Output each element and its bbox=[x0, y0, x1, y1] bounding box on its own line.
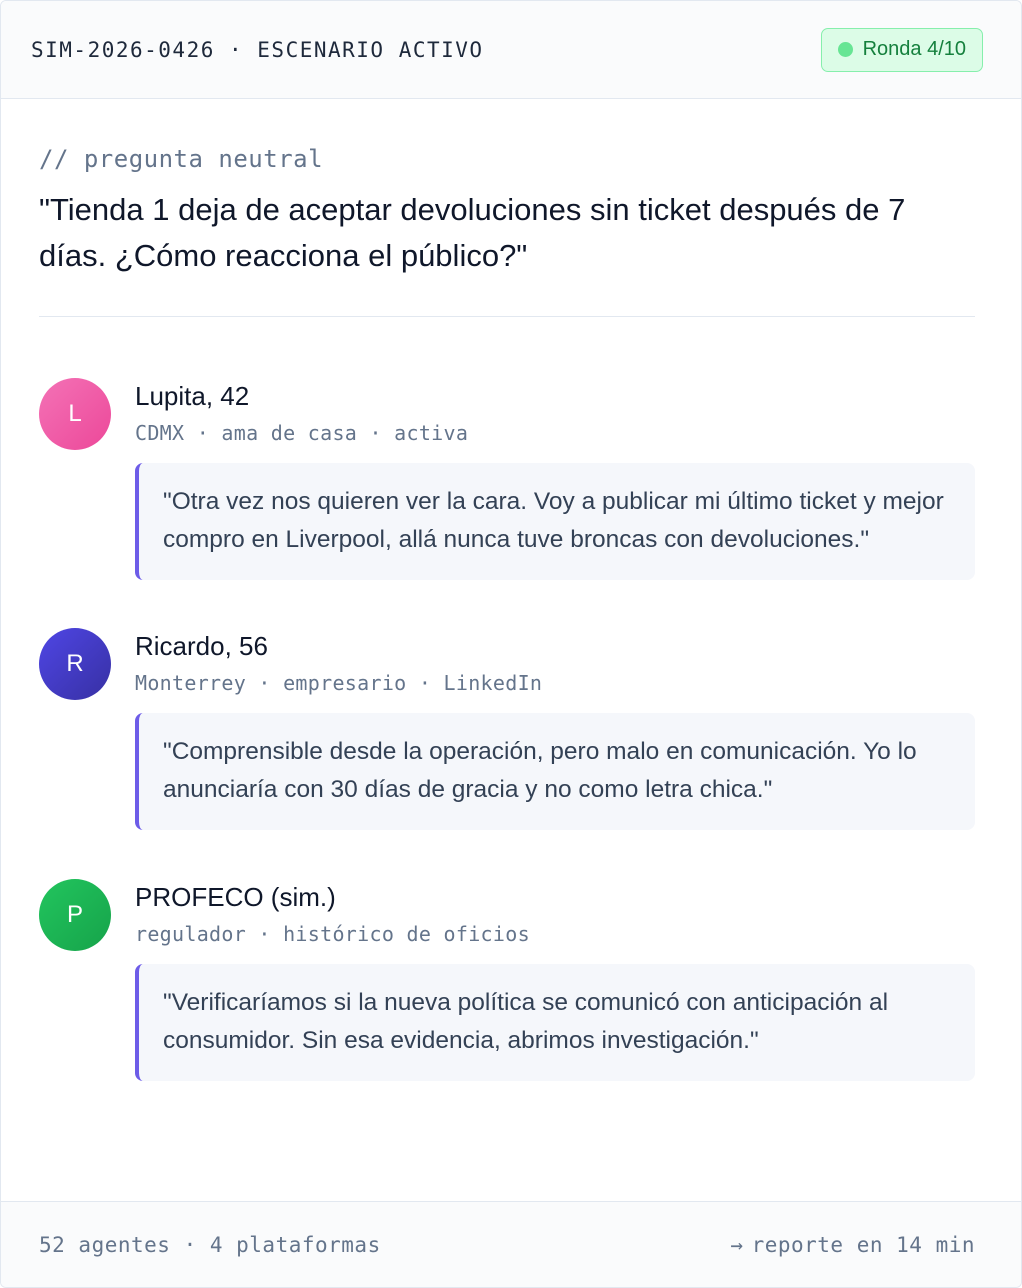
agent-name: Ricardo, 56 bbox=[135, 631, 268, 661]
agent-meta: regulador · histórico de oficios bbox=[135, 922, 530, 946]
agent-meta: Monterrey · empresario · LinkedIn bbox=[135, 671, 543, 695]
agent-quote: "Verificaríamos si la nueva política se … bbox=[135, 964, 975, 1081]
round-badge-label: Ronda 4/10 bbox=[862, 38, 966, 60]
header: SIM-2026-0426 · ESCENARIO ACTIVO Ronda 4… bbox=[1, 1, 1021, 99]
question-label: // pregunta neutral bbox=[39, 145, 324, 173]
response-body: PROFECO (sim.) regulador · histórico de … bbox=[135, 879, 975, 1081]
main-content: // pregunta neutral "Tienda 1 deja de ac… bbox=[1, 99, 1021, 1081]
response-item: R Ricardo, 56 Monterrey · empresario · L… bbox=[39, 628, 975, 830]
agent-meta: CDMX · ama de casa · activa bbox=[135, 421, 469, 445]
avatar: P bbox=[39, 879, 111, 951]
agent-quote: "Comprensible desde la operación, pero m… bbox=[135, 713, 975, 830]
arrow-right-icon: → bbox=[730, 1232, 744, 1257]
responses-list: L Lupita, 42 CDMX · ama de casa · activa… bbox=[39, 317, 975, 1081]
simulation-card: SIM-2026-0426 · ESCENARIO ACTIVO Ronda 4… bbox=[0, 0, 1022, 1288]
avatar: R bbox=[39, 628, 111, 700]
footer: 52 agentes · 4 plataformas → reporte en … bbox=[1, 1201, 1021, 1287]
report-eta: → reporte en 14 min bbox=[730, 1233, 975, 1257]
question-text: "Tienda 1 deja de aceptar devoluciones s… bbox=[39, 192, 906, 273]
avatar: L bbox=[39, 378, 111, 450]
agent-name: PROFECO (sim.) bbox=[135, 882, 336, 912]
scenario-title: SIM-2026-0426 · ESCENARIO ACTIVO bbox=[31, 37, 484, 62]
response-item: P PROFECO (sim.) regulador · histórico d… bbox=[39, 879, 975, 1081]
agent-quote: "Otra vez nos quieren ver la cara. Voy a… bbox=[135, 463, 975, 580]
agents-summary: 52 agentes · 4 plataformas bbox=[39, 1232, 381, 1257]
status-dot-icon bbox=[837, 42, 853, 57]
agent-name: Lupita, 42 bbox=[135, 381, 250, 411]
response-body: Ricardo, 56 Monterrey · empresario · Lin… bbox=[135, 628, 975, 830]
response-item: L Lupita, 42 CDMX · ama de casa · activa… bbox=[39, 378, 975, 580]
response-body: Lupita, 42 CDMX · ama de casa · activa "… bbox=[135, 378, 975, 580]
round-badge: Ronda 4/10 bbox=[820, 27, 983, 72]
report-eta-label: reporte en 14 min bbox=[751, 1232, 975, 1257]
